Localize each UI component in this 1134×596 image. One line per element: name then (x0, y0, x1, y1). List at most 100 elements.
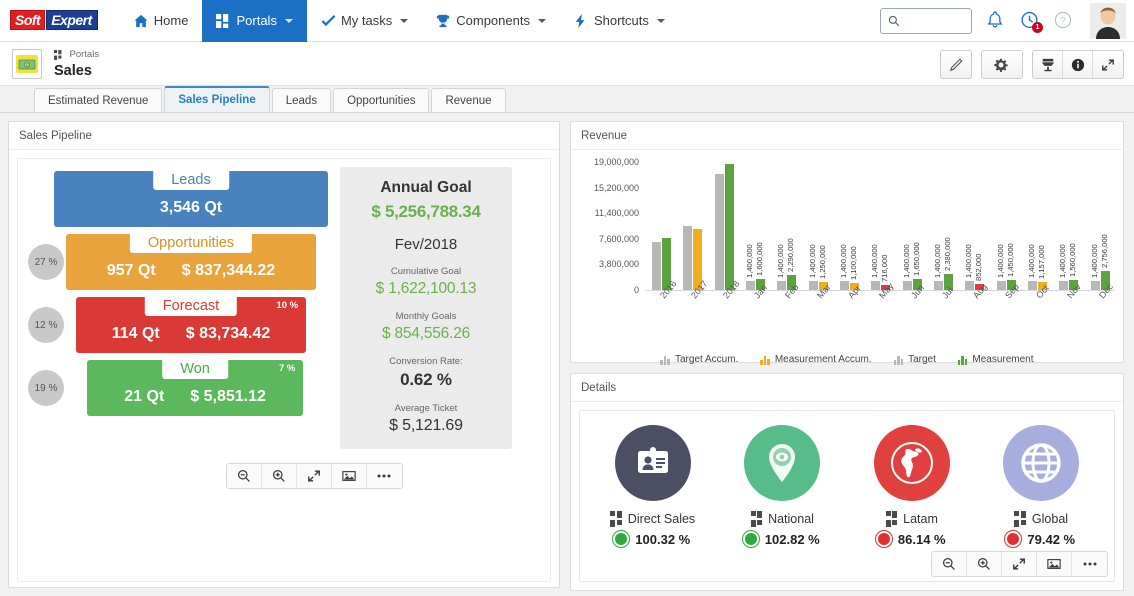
info-button[interactable] (1063, 51, 1093, 78)
detail-card-global-value: 79.42 % (1027, 531, 1076, 547)
nav-item-portals-label: Portals (236, 13, 277, 28)
funnel-stage-forecast[interactable]: 12 % 10 % Forecast 114 Qt $ 83,734.42 (28, 297, 328, 353)
details-panel-title: Details (571, 374, 1123, 402)
nav-item-components[interactable]: Components (422, 0, 560, 42)
print-button[interactable] (1033, 51, 1063, 78)
funnel-stage-opportunities-qty: 957 Qt (106, 262, 156, 279)
zoom-out-icon[interactable] (227, 464, 262, 488)
status-indicator-red (877, 533, 890, 545)
bar-target (683, 226, 693, 290)
chevron-down-icon (656, 18, 665, 23)
detail-card-latam[interactable]: Latam 86.14 % (847, 425, 977, 547)
detail-card-national[interactable]: National 102.82 % (718, 425, 848, 547)
zoom-in-icon[interactable] (262, 464, 297, 488)
zoom-out-icon[interactable] (932, 552, 967, 576)
detail-card-direct-sales[interactable]: Direct Sales 100.32 % (588, 425, 718, 547)
softexpert-logo[interactable]: Soft Expert (10, 9, 98, 32)
funnel-stage-leads-label: Leads (153, 171, 229, 190)
tab-bar: Estimated Revenue Sales Pipeline Leads O… (0, 86, 1134, 113)
bar-measurement (724, 164, 734, 290)
svg-text:$: $ (26, 63, 29, 69)
revenue-bar-chart[interactable]: 0 3,800,000 7,600,000 11,400,000 15,200,000 1… (571, 150, 1123, 350)
zoom-in-icon[interactable] (967, 552, 1002, 576)
search-input[interactable] (880, 8, 972, 34)
edit-tool-group (940, 50, 972, 79)
funnel-stage-opportunities-label: Opportunities (129, 234, 253, 253)
collapse-icon[interactable] (297, 464, 332, 488)
collapse-icon[interactable] (1002, 552, 1037, 576)
settings-gear-button[interactable] (982, 51, 1022, 78)
notifications-bell-button[interactable] (986, 11, 1006, 31)
bar-data-label: 2,756,000 (1099, 234, 1109, 269)
details-box: Direct Sales 100.32 % National 102.82 % … (579, 410, 1115, 582)
funnel-stage-opportunities[interactable]: 27 % Opportunities 957 Qt $ 837,344.22 (28, 234, 328, 290)
funnel-stages: Leads 3,546 Qt 27 % Opportunities 957 Qt… (28, 167, 328, 449)
bar-data-label: 1,400,000 (1058, 243, 1068, 278)
funnel-stage-opportunities-pct: 27 % (28, 244, 64, 280)
user-avatar[interactable] (1090, 3, 1126, 39)
detail-value-row: 100.32 % (588, 532, 718, 547)
legend-item[interactable]: Measurement Accum. (760, 354, 872, 365)
average-ticket-value: $ 5,121.69 (389, 417, 463, 434)
main-menu: Home Portals My tasks Components Shortcu… (120, 0, 679, 42)
tab-estimated-revenue[interactable]: Estimated Revenue (34, 88, 163, 112)
detail-name-row: National (718, 511, 848, 527)
funnel-stage-leads[interactable]: Leads 3,546 Qt (54, 171, 328, 227)
map-pin-icon (744, 425, 821, 501)
page-header-toolbar (940, 50, 1124, 79)
bar-data-label: 716,000 (880, 254, 890, 283)
edit-pencil-button[interactable] (941, 51, 971, 78)
funnel-stage-won[interactable]: 19 % 7 % Won 21 Qt $ 5,851.12 (28, 360, 328, 416)
chevron-down-icon (537, 18, 546, 23)
check-icon (321, 14, 336, 28)
page-title: Sales (54, 62, 92, 79)
bar-data-label: 1,600,000 (754, 242, 764, 277)
detail-card-direct-sales-label: Direct Sales (627, 511, 696, 526)
legend-item[interactable]: Measurement (957, 354, 1034, 365)
nav-item-my-tasks[interactable]: My tasks (307, 0, 422, 42)
nav-item-portals[interactable]: Portals (202, 0, 307, 42)
monthly-goals-value: $ 854,556.26 (381, 325, 471, 342)
bar-group[interactable] (714, 164, 734, 290)
detail-card-global[interactable]: Global 79.42 % (977, 425, 1107, 547)
detail-card-national-value: 102.82 % (764, 531, 820, 547)
legend-item[interactable]: Target Accum. (660, 354, 738, 365)
funnel-stage-forecast-pct-right: 10 % (276, 300, 299, 311)
goal-period: Fev/2018 (394, 236, 458, 253)
breadcrumb: Portals (54, 47, 99, 63)
tab-opportunities[interactable]: Opportunities (333, 88, 430, 112)
tab-sales-pipeline[interactable]: Sales Pipeline (164, 86, 270, 112)
image-icon[interactable] (332, 464, 367, 488)
y-axis-tick: 3,800,000 (598, 259, 639, 270)
sales-pipeline-panel: Sales Pipeline Leads 3,546 Qt 27 % Oppor… (8, 121, 560, 588)
bar-target (965, 280, 975, 290)
more-icon[interactable] (1072, 552, 1107, 576)
funnel-stage-forecast-label: Forecast (144, 297, 238, 316)
bolt-icon (574, 13, 588, 28)
collapse-button[interactable] (1093, 51, 1123, 78)
average-ticket-label: Average Ticket (394, 403, 458, 414)
funnel-stage-won-pct-right: 7 % (278, 363, 296, 374)
legend-swatch-icon (957, 354, 968, 365)
action-tool-group (1032, 50, 1124, 79)
bar-target (777, 280, 787, 290)
nav-item-home[interactable]: Home (120, 0, 203, 42)
nav-item-shortcuts[interactable]: Shortcuts (560, 0, 679, 42)
tab-revenue[interactable]: Revenue (431, 88, 506, 112)
settings-tool-group (981, 50, 1023, 79)
help-button[interactable]: ? (1054, 11, 1074, 31)
bar-data-label: 1,250,000 (817, 244, 827, 279)
legend-item[interactable]: Target (893, 354, 936, 365)
bar-data-label: 1,450,000 (1005, 243, 1015, 278)
logo-soft-text: Soft (10, 9, 46, 30)
page-header: $ Portals Sales (0, 42, 1134, 86)
dashboard-content: Sales Pipeline Leads 3,546 Qt 27 % Oppor… (0, 113, 1134, 596)
chart-plot-area: 2016 2017 2018 Jan 1,400,000 1,600,000 Feb 1,40… (645, 162, 1115, 300)
y-axis-tick: 7,600,000 (598, 233, 639, 244)
bar-data-label: 1,400,000 (744, 243, 754, 278)
image-icon[interactable] (1037, 552, 1072, 576)
tab-leads[interactable]: Leads (271, 88, 332, 112)
revenue-panel: Revenue 0 3,800,000 7,600,000 11,400,000 15,… (570, 121, 1124, 365)
more-icon[interactable] (367, 464, 402, 488)
alerts-button[interactable]: 1 (1020, 11, 1043, 33)
